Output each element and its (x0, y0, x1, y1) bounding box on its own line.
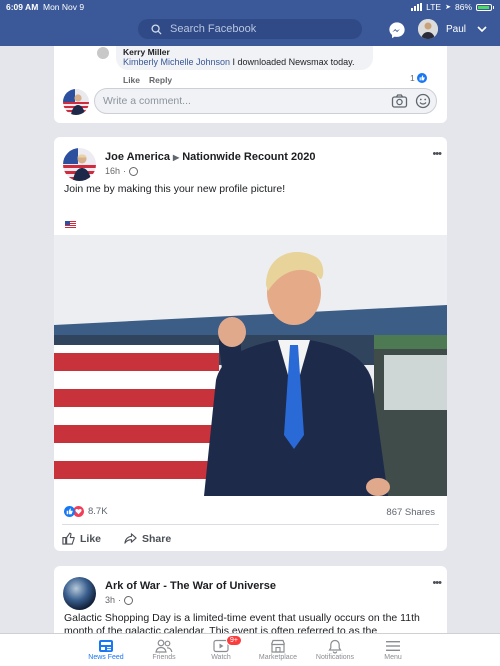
comment-reply-button[interactable]: Reply (149, 75, 172, 85)
separator-dot: · (123, 166, 127, 176)
comment-author[interactable]: Kerry Miller (123, 47, 170, 57)
friends-icon (136, 638, 192, 654)
us-flag-emoji (65, 215, 76, 228)
notification-badge: 9+ (226, 635, 242, 646)
post-meta: 16h · (105, 166, 139, 176)
chevron-down-icon[interactable] (475, 22, 489, 36)
status-date: Mon Nov 9 (43, 2, 85, 12)
profile-shortcut[interactable]: Paul (418, 19, 466, 39)
tab-watch[interactable]: 9+ Watch (193, 635, 249, 661)
tab-label: Notifications (315, 654, 355, 661)
comment-placeholder: Write a comment... (103, 95, 191, 107)
post-header: Ark of War - The War of Universe (105, 580, 276, 592)
tab-marketplace[interactable]: Marketplace (250, 638, 306, 661)
tab-friends[interactable]: Friends (136, 638, 192, 661)
share-button[interactable]: Share (124, 532, 171, 545)
location-icon: ➤ (445, 4, 451, 11)
avatar (418, 19, 438, 39)
post-meta: 3h · (105, 595, 134, 605)
search-icon (146, 19, 166, 39)
tab-menu[interactable]: Menu (365, 638, 421, 661)
more-options-icon[interactable]: ••• (432, 577, 442, 589)
status-indicators: LTE ➤ 86% (411, 2, 494, 12)
reaction-count: 8.7K (88, 506, 108, 517)
comment-text: Kimberly Michelle Johnson I downloaded N… (123, 57, 354, 67)
marketplace-icon (250, 638, 306, 654)
network-label: LTE (426, 2, 442, 12)
comment-input[interactable]: Write a comment... (94, 88, 437, 114)
emoji-icon[interactable] (415, 93, 431, 109)
profile-name: Paul (446, 23, 467, 35)
post-group[interactable]: Nationwide Recount 2020 (182, 151, 315, 163)
tab-notifications[interactable]: Notifications (307, 638, 363, 661)
bottom-tab-bar: News Feed Friends 9+ Watch Marketplace N… (0, 633, 500, 666)
comments-card: Kerry Miller Kimberly Michelle Johnson I… (54, 46, 447, 123)
avatar (63, 89, 89, 115)
post-time[interactable]: 3h (105, 595, 115, 605)
camera-icon[interactable] (391, 93, 408, 109)
comment-like-button[interactable]: Like (123, 75, 140, 85)
like-label: Like (80, 532, 102, 545)
avatar[interactable] (63, 577, 96, 610)
news-feed-icon (78, 638, 134, 654)
like-reaction-icon (64, 506, 75, 517)
messenger-icon[interactable] (388, 21, 406, 39)
globe-icon (129, 166, 139, 176)
share-label: Share (142, 532, 172, 545)
globe-icon (124, 595, 134, 605)
caret-right-icon: ▶ (173, 152, 180, 162)
share-count[interactable]: 867 Shares (386, 507, 435, 518)
divider (62, 524, 439, 525)
comment-bubble: Kerry Miller Kimberly Michelle Johnson I… (116, 46, 373, 70)
share-icon (124, 533, 137, 544)
post-author[interactable]: Ark of War - The War of Universe (105, 580, 276, 592)
like-icon (62, 532, 75, 545)
search-bar[interactable]: Search Facebook (138, 19, 362, 39)
tab-label: Marketplace (258, 654, 298, 661)
signal-icon (411, 3, 423, 11)
post-text: Join me by making this your new profile … (64, 183, 286, 195)
battery-percent: 86% (454, 2, 472, 12)
comment-actions: Like Reply (123, 75, 172, 85)
tab-label: Friends (152, 654, 176, 661)
like-reaction-icon (416, 73, 427, 83)
post-card: Joe America ▶ Nationwide Recount 2020 16… (54, 137, 447, 551)
battery-icon (476, 3, 494, 11)
search-placeholder: Search Facebook (170, 23, 257, 35)
status-time: 6:09 AM (6, 2, 39, 12)
reaction-summary[interactable]: 8.7K (64, 506, 108, 517)
post-photo[interactable] (54, 235, 447, 496)
tab-label: News Feed (88, 654, 124, 661)
comment-reactions[interactable]: 1 (410, 73, 427, 83)
post-header: Joe America ▶ Nationwide Recount 2020 (105, 151, 315, 163)
avatar (96, 46, 110, 60)
tab-label: Menu (384, 654, 402, 661)
bell-icon (307, 638, 363, 654)
tab-news-feed[interactable]: News Feed (78, 638, 134, 661)
menu-icon (365, 638, 421, 654)
post-time[interactable]: 16h (105, 166, 120, 176)
avatar[interactable] (63, 148, 96, 181)
comment-mention[interactable]: Kimberly Michelle Johnson (123, 57, 230, 67)
post-author[interactable]: Joe America (105, 151, 170, 163)
comment-body: I downloaded Newsmax today. (230, 57, 355, 67)
like-button[interactable]: Like (62, 532, 101, 545)
more-options-icon[interactable]: ••• (432, 148, 442, 160)
tab-label: Watch (211, 654, 231, 661)
top-bar: 6:09 AM Mon Nov 9 LTE ➤ 86% Search Faceb… (0, 0, 500, 46)
comment-reaction-count: 1 (410, 73, 415, 83)
status-bar: 6:09 AM Mon Nov 9 LTE ➤ 86% (0, 0, 500, 14)
separator-dot: · (118, 595, 122, 605)
